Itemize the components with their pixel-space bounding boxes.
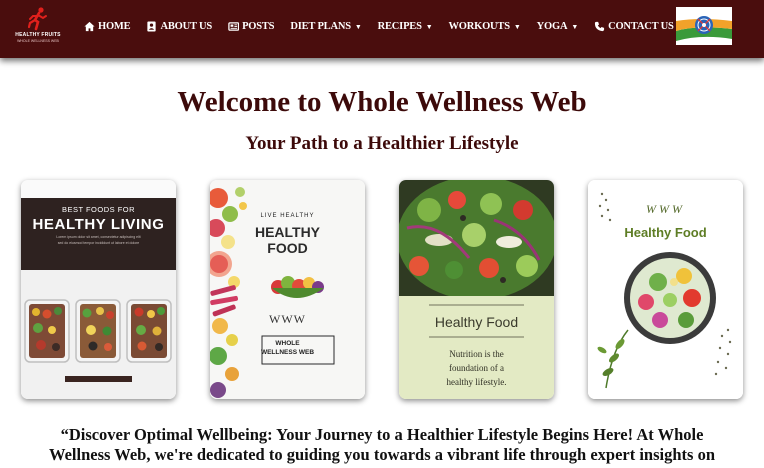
card-3-caption-3: healthy lifestyle. [446, 377, 507, 387]
google-translate-button[interactable] [676, 7, 732, 45]
chevron-down-icon: ▼ [513, 22, 521, 31]
home-icon [84, 21, 95, 32]
intro-line-2: Wellness Web, we're dedicated to guiding… [48, 445, 715, 464]
nav-recipes-label: RECIPES [377, 21, 422, 32]
page-subtitle: Your Path to a Healthier Lifestyle [245, 133, 519, 154]
card-2-heading-large-1: HEALTHY [254, 224, 321, 240]
nav-posts-label: POSTS [242, 21, 275, 32]
chevron-down-icon: ▼ [425, 22, 433, 31]
runner-logo-icon [28, 7, 47, 31]
card-3-caption-2: foundation of a [449, 363, 504, 373]
nav-diet-plans-label: DIET PLANS [290, 21, 351, 32]
nav-workouts[interactable]: WORKOUTS ▼ [448, 21, 520, 32]
card-2-badge-line-2: WELLNESS WEB [260, 349, 315, 356]
feature-card-www-healthy-food[interactable]: WWW Healthy Food [588, 180, 743, 399]
nav-home[interactable]: HOME [84, 21, 131, 32]
nav-posts[interactable]: POSTS [228, 21, 275, 32]
card-2-mark: WWW [269, 312, 306, 326]
page-title: Welcome to Whole Wellness Web [177, 86, 587, 118]
nav-about-us[interactable]: ABOUT US [146, 21, 212, 32]
feature-card-nutrition[interactable]: Healthy Food Nutrition is the foundation… [399, 180, 554, 399]
card-1-caption-2: sed do eiusmod tempor incididunt ut labo… [57, 241, 140, 245]
contact-card-icon [147, 21, 157, 32]
card-3-title: Healthy Food [434, 314, 519, 330]
nav-yoga-label: YOGA [536, 21, 568, 32]
nav-contact-us[interactable]: CONTACT US [594, 21, 674, 32]
google-translate-icon [676, 7, 732, 45]
phone-icon [594, 21, 605, 32]
card-4-title: Healthy Food [624, 225, 707, 240]
logo-tagline: WHOLE WELLNESS WEB [17, 39, 59, 43]
nav-about-us-label: ABOUT US [160, 21, 213, 32]
nav-home-label: HOME [98, 21, 131, 32]
feature-card-healthy-food[interactable]: LIVE HEALTHY HEALTHY FOOD WWW WHOLE WELL… [210, 180, 365, 399]
main-nav: HOME ABOUT US POSTS DIET PLANS ▼ RECIPES… [84, 21, 674, 32]
top-navbar: HEALTHY FRUITS WHOLE WELLNESS WEB HOME A… [0, 0, 764, 58]
card-2-heading-large-2: FOOD [267, 240, 308, 256]
card-4-mark: WWW [646, 202, 685, 216]
chevron-down-icon: ▼ [354, 22, 362, 31]
intro-line-1: “Discover Optimal Wellbeing: Your Journe… [60, 425, 704, 444]
nav-yoga[interactable]: YOGA ▼ [536, 21, 579, 32]
card-2-heading-small: LIVE HEALTHY [260, 213, 315, 219]
card-3-caption-1: Nutrition is the [449, 349, 504, 359]
chevron-down-icon: ▼ [571, 22, 579, 31]
nav-workouts-label: WORKOUTS [448, 21, 510, 32]
feature-card-healthy-living[interactable]: BEST FOODS FOR HEALTHY LIVING Lorem ipsu… [21, 180, 176, 399]
nav-recipes[interactable]: RECIPES ▼ [378, 21, 433, 32]
site-logo[interactable]: HEALTHY FRUITS WHOLE WELLNESS WEB [10, 7, 66, 45]
card-1-caption-1: Lorem ipsum dolor sit amet, consectetur … [56, 235, 141, 239]
logo-name: HEALTHY FRUITS [15, 32, 61, 38]
card-2-badge-line-1: WHOLE [275, 340, 300, 347]
nav-contact-us-label: CONTACT US [608, 21, 674, 32]
intro-paragraph: “Discover Optimal Wellbeing: Your Journe… [28, 425, 736, 465]
nav-diet-plans[interactable]: DIET PLANS ▼ [290, 21, 361, 32]
newspaper-icon [228, 22, 240, 31]
card-1-heading-large: HEALTHY LIVING [32, 216, 165, 233]
card-1-heading-small: BEST FOODS FOR [61, 205, 136, 214]
